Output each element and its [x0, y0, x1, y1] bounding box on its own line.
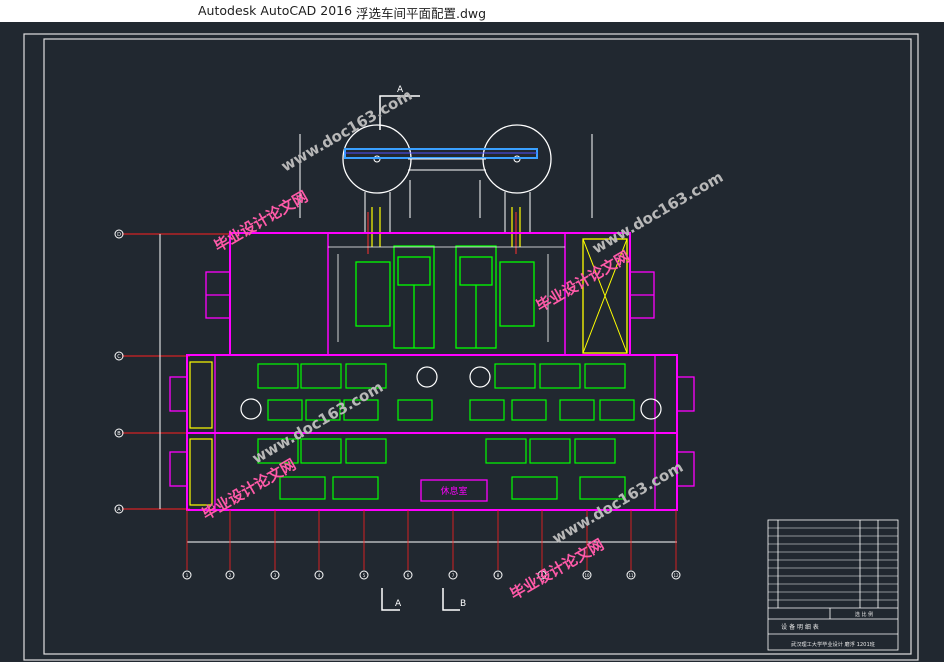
grid-row-label-b: B [117, 431, 121, 437]
grid-col-label-7: 7 [452, 573, 455, 578]
inner-frame [43, 38, 912, 655]
watermark-site-2: www.doc163.com [589, 168, 726, 258]
grid-col-label-10: 10 [584, 573, 590, 578]
rest-room-label: 休息室 [440, 485, 467, 497]
grid-row-label-a: A [117, 507, 121, 513]
drawing-canvas[interactable]: A D C B A 休息室 1 2 3 4 5 6 7 8 9 10 11 12… [0, 22, 944, 662]
school-line: 武汉理工大学毕业设计 磨浮 1201班 [791, 640, 875, 648]
grid-col-label-5: 5 [363, 573, 366, 578]
outer-frame [23, 33, 919, 661]
watermark-site-4: www.doc163.com [549, 458, 686, 548]
grid-col-label-11: 11 [628, 573, 634, 578]
title-block-rows [768, 527, 898, 601]
grid-row-label-c: C [117, 354, 121, 360]
file-title: 浮选车间平面配置.dwg [356, 6, 487, 21]
watermark-brand-1: 毕业设计论文网 [211, 187, 311, 255]
grid-col-bubbles [182, 570, 681, 580]
equipment-table-heading: 设 备 明 细 表 [781, 623, 819, 631]
window-title-bar: Autodesk AutoCAD 2016 浮选车间平面配置.dwg [0, 0, 944, 22]
flotation-units-upper [355, 245, 535, 349]
watermark-brand-3: 毕业设计论文网 [199, 455, 299, 523]
section-label-bottom-a: A [395, 599, 402, 609]
grid-col-label-4: 4 [318, 573, 321, 578]
grid-col-label-2: 2 [229, 573, 232, 578]
grid-col-label-1: 1 [186, 573, 189, 578]
grid-col-label-6: 6 [407, 573, 410, 578]
title-block-small-label: 选 比 例 [855, 611, 873, 618]
app-title: Autodesk AutoCAD 2016 [198, 3, 353, 18]
section-mark-bottom-b [442, 588, 460, 611]
grid-col-label-12: 12 [673, 573, 679, 578]
grid-col-label-3: 3 [274, 573, 277, 578]
pump-circles [240, 366, 662, 420]
grid-row-bubbles [114, 229, 124, 514]
section-label-bottom-b: B [460, 599, 466, 609]
grid-row-label-d: D [117, 232, 121, 238]
watermark-site-3: www.doc163.com [249, 378, 386, 468]
grid-col-label-8: 8 [497, 573, 500, 578]
